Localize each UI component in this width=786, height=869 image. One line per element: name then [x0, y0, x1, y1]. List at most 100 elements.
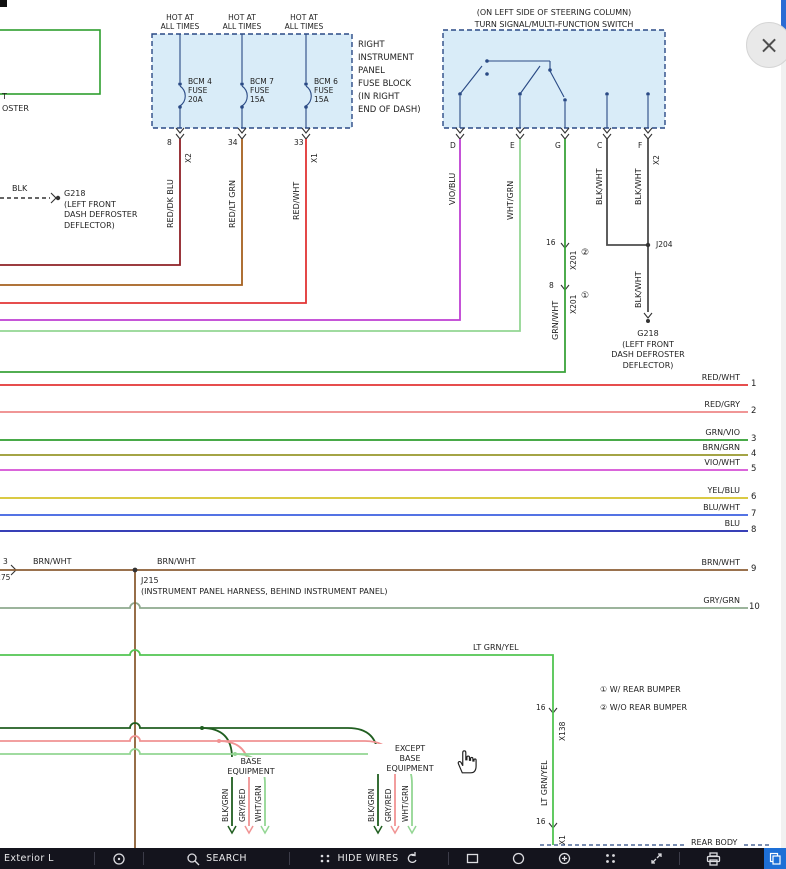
diagram-tab-label[interactable]: Exterior L: [0, 848, 94, 869]
row-label: BLU: [628, 519, 740, 529]
x138-pin: 16: [536, 703, 546, 712]
wire-label-wht-grn: WHT/GRN: [401, 785, 410, 822]
pin-d: D: [450, 141, 456, 150]
splice-j215-note: (INSTRUMENT PANEL HARNESS, BEHIND INSTRU…: [141, 587, 387, 597]
caption-line: END OF DASH): [358, 104, 421, 117]
wire-label-brn-wht: BRN/WHT: [157, 557, 196, 567]
ground-line: (LEFT FRONT: [64, 200, 137, 211]
clipped-text: T: [2, 92, 7, 102]
ground-line: DASH DEFROSTER: [590, 350, 706, 361]
ground-g218-right-label: G218 (LEFT FRONT DASH DEFROSTER DEFLECTO…: [590, 329, 706, 371]
fuse-name: BCM 4: [188, 77, 212, 86]
rect-tool-button[interactable]: [449, 848, 495, 869]
pin-34: 34: [228, 138, 238, 147]
base-equipment-caption: BASE EQUIPMENT: [209, 757, 293, 777]
grid-button[interactable]: [587, 848, 633, 869]
undo-icon: [405, 852, 419, 866]
hot-line2: ALL TIMES: [150, 22, 210, 31]
circle-tool-button[interactable]: [495, 848, 541, 869]
wire-label-wht-grn: WHT/GRN: [506, 181, 515, 220]
row-label: YEL/BLU: [628, 486, 740, 496]
hot-line2: ALL TIMES: [274, 22, 334, 31]
row-num: 7: [751, 509, 756, 519]
row-label: BRN/GRN: [628, 443, 740, 453]
wire-label-vio-blu: VIO/BLU: [448, 173, 457, 205]
tab-label-text: Exterior L: [4, 853, 54, 864]
row-label: BRN/WHT: [628, 558, 740, 568]
caption-line: RIGHT: [358, 39, 421, 52]
hot-at-label: HOT AT ALL TIMES: [150, 13, 210, 31]
hot-line1: HOT AT: [274, 13, 334, 22]
row-num: 3: [751, 434, 756, 444]
caption-line: EXCEPT: [370, 744, 450, 754]
wire-label-blk-grn: BLK/GRN: [221, 789, 230, 822]
splice-j204-label: J204: [656, 240, 673, 249]
circle-icon: [512, 852, 525, 865]
caption-line: BASE: [370, 754, 450, 764]
branch-dot: [217, 739, 221, 743]
diagram-canvas[interactable]: HOT AT ALL TIMES HOT AT ALL TIMES HOT AT…: [0, 0, 786, 869]
note-circle-2: ②: [581, 248, 589, 258]
ground-line: (LEFT FRONT: [590, 340, 706, 351]
note-wo-rear-bumper: ② W/O REAR BUMPER: [600, 703, 687, 713]
switch-caption: (ON LEFT SIDE OF STEERING COLUMN) TURN S…: [443, 7, 665, 30]
branch-dot: [200, 726, 204, 730]
hot-at-label: HOT AT ALL TIMES: [274, 13, 334, 31]
caption-line: EQUIPMENT: [211, 767, 291, 777]
x275-pin: 3: [3, 557, 8, 566]
x1-pin: 16: [536, 817, 546, 826]
locate-button[interactable]: [95, 848, 143, 869]
fuse-label-bcm4: BCM 4 FUSE 20A: [188, 77, 212, 104]
ground-g218-left-label: G218 (LEFT FRONT DASH DEFROSTER DEFLECTO…: [64, 189, 137, 231]
print-button[interactable]: [680, 848, 746, 869]
wire-wht-grn-main: [0, 749, 412, 826]
pin-f: F: [638, 141, 642, 150]
bottom-toolbar: Exterior L SEARCH HIDE WIRES: [0, 848, 786, 869]
hide-wires-label: HIDE WIRES: [337, 853, 398, 864]
target-icon: [112, 852, 126, 866]
search-label: SEARCH: [206, 853, 247, 864]
conn-x275: X275: [0, 573, 10, 582]
close-icon: ×: [759, 31, 779, 59]
dots-grid-icon: [604, 852, 617, 865]
ground-line: DEFLECTOR): [590, 361, 706, 372]
splice-j204-dot: [646, 243, 650, 247]
wire-label-blk-wht: BLK/WHT: [595, 168, 604, 205]
caption-line: (IN RIGHT: [358, 91, 421, 104]
caption-line: EQUIPMENT: [370, 764, 450, 774]
conn-x138: X138: [558, 722, 567, 741]
mouse-cursor-hand: [455, 748, 479, 774]
hot-line2: ALL TIMES: [212, 22, 272, 31]
zoom-area-button[interactable]: [541, 848, 587, 869]
row-num: 6: [751, 492, 756, 502]
corner-artifact: [0, 0, 7, 7]
caption-line: INSTRUMENT: [358, 52, 421, 65]
hot-at-label: HOT AT ALL TIMES: [212, 13, 272, 31]
row-num: 10: [749, 602, 760, 612]
x201-pin-8: 8: [549, 281, 554, 290]
fuse-rating: 15A: [250, 95, 274, 104]
hide-wires-button[interactable]: HIDE WIRES: [290, 848, 448, 869]
fuse-kind: FUSE: [188, 86, 212, 95]
branch-dot: [233, 752, 237, 756]
row-label: RED/GRY: [628, 400, 740, 410]
panel-toggle-button[interactable]: [764, 848, 786, 869]
fuse-kind: FUSE: [314, 86, 338, 95]
pin-c: C: [597, 141, 602, 150]
conn-x1: X1: [310, 153, 319, 163]
wire-label-blk-grn: BLK/GRN: [367, 789, 376, 822]
wire-label-red-lt-grn: RED/LT GRN: [228, 180, 237, 228]
wire-label-gry-red: GRY/RED: [238, 789, 247, 822]
row-num: 4: [751, 449, 756, 459]
close-button[interactable]: ×: [746, 22, 786, 68]
fuse-block-caption: RIGHT INSTRUMENT PANEL FUSE BLOCK (IN RI…: [358, 39, 421, 117]
wire-label-lt-grn-yel-vertical: LT GRN/YEL: [540, 760, 549, 806]
scrollbar-track[interactable]: [781, 0, 786, 869]
switch-location-note: (ON LEFT SIDE OF STEERING COLUMN): [443, 7, 665, 19]
wire-gry-red-main: [0, 736, 395, 826]
expand-button[interactable]: [633, 848, 679, 869]
search-button[interactable]: SEARCH: [144, 848, 289, 869]
fuse-rating: 15A: [314, 95, 338, 104]
expand-arrows-icon: [650, 852, 663, 865]
conn-x201: X201: [569, 251, 578, 270]
